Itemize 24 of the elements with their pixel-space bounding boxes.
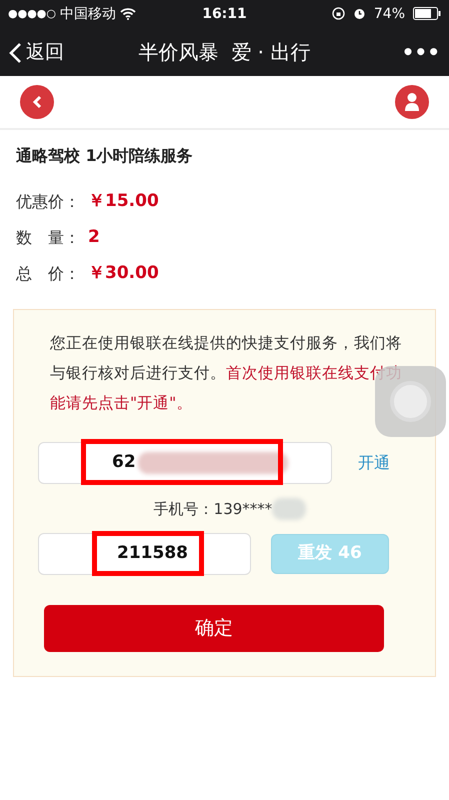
carrier-name: 中国移动 bbox=[60, 4, 116, 24]
card-number-field[interactable]: 62 bbox=[38, 442, 332, 484]
more-button[interactable]: ••• bbox=[400, 41, 441, 63]
field-label: 总 价： bbox=[16, 263, 80, 285]
field-value: 2 bbox=[88, 226, 100, 250]
phone-number: 手机号：139**** bbox=[154, 499, 272, 520]
field-value: ￥15.00 bbox=[88, 190, 159, 214]
payment-notice: 您正在使用银联在线提供的快捷支付服务，我们将与银行核对后进行支付。首次使用银联在线支付功能请先点击"开通"。 bbox=[50, 333, 403, 414]
status-time: 16:11 bbox=[201, 4, 248, 24]
field-label: 数 量： bbox=[16, 227, 80, 249]
verification-code-field[interactable]: 211588 bbox=[38, 532, 251, 574]
field-label: 优惠价： bbox=[16, 191, 80, 213]
chevron-left-icon bbox=[31, 95, 43, 109]
back-circle-button[interactable] bbox=[20, 85, 54, 119]
product-title: 通略驾校 1小时陪练服务 bbox=[16, 145, 194, 167]
back-button[interactable]: 返回 bbox=[8, 38, 118, 66]
redaction-blur bbox=[272, 498, 306, 520]
user-icon bbox=[404, 92, 420, 112]
battery-percent: 74% bbox=[374, 4, 405, 24]
field-value: ￥30.00 bbox=[88, 262, 159, 286]
page-title: 半价风暴 爱 · 出行 bbox=[138, 39, 312, 66]
signal-dots: ●●●●○ bbox=[8, 6, 56, 22]
user-button[interactable] bbox=[395, 85, 429, 119]
confirm-button[interactable]: 确定 bbox=[44, 604, 384, 652]
